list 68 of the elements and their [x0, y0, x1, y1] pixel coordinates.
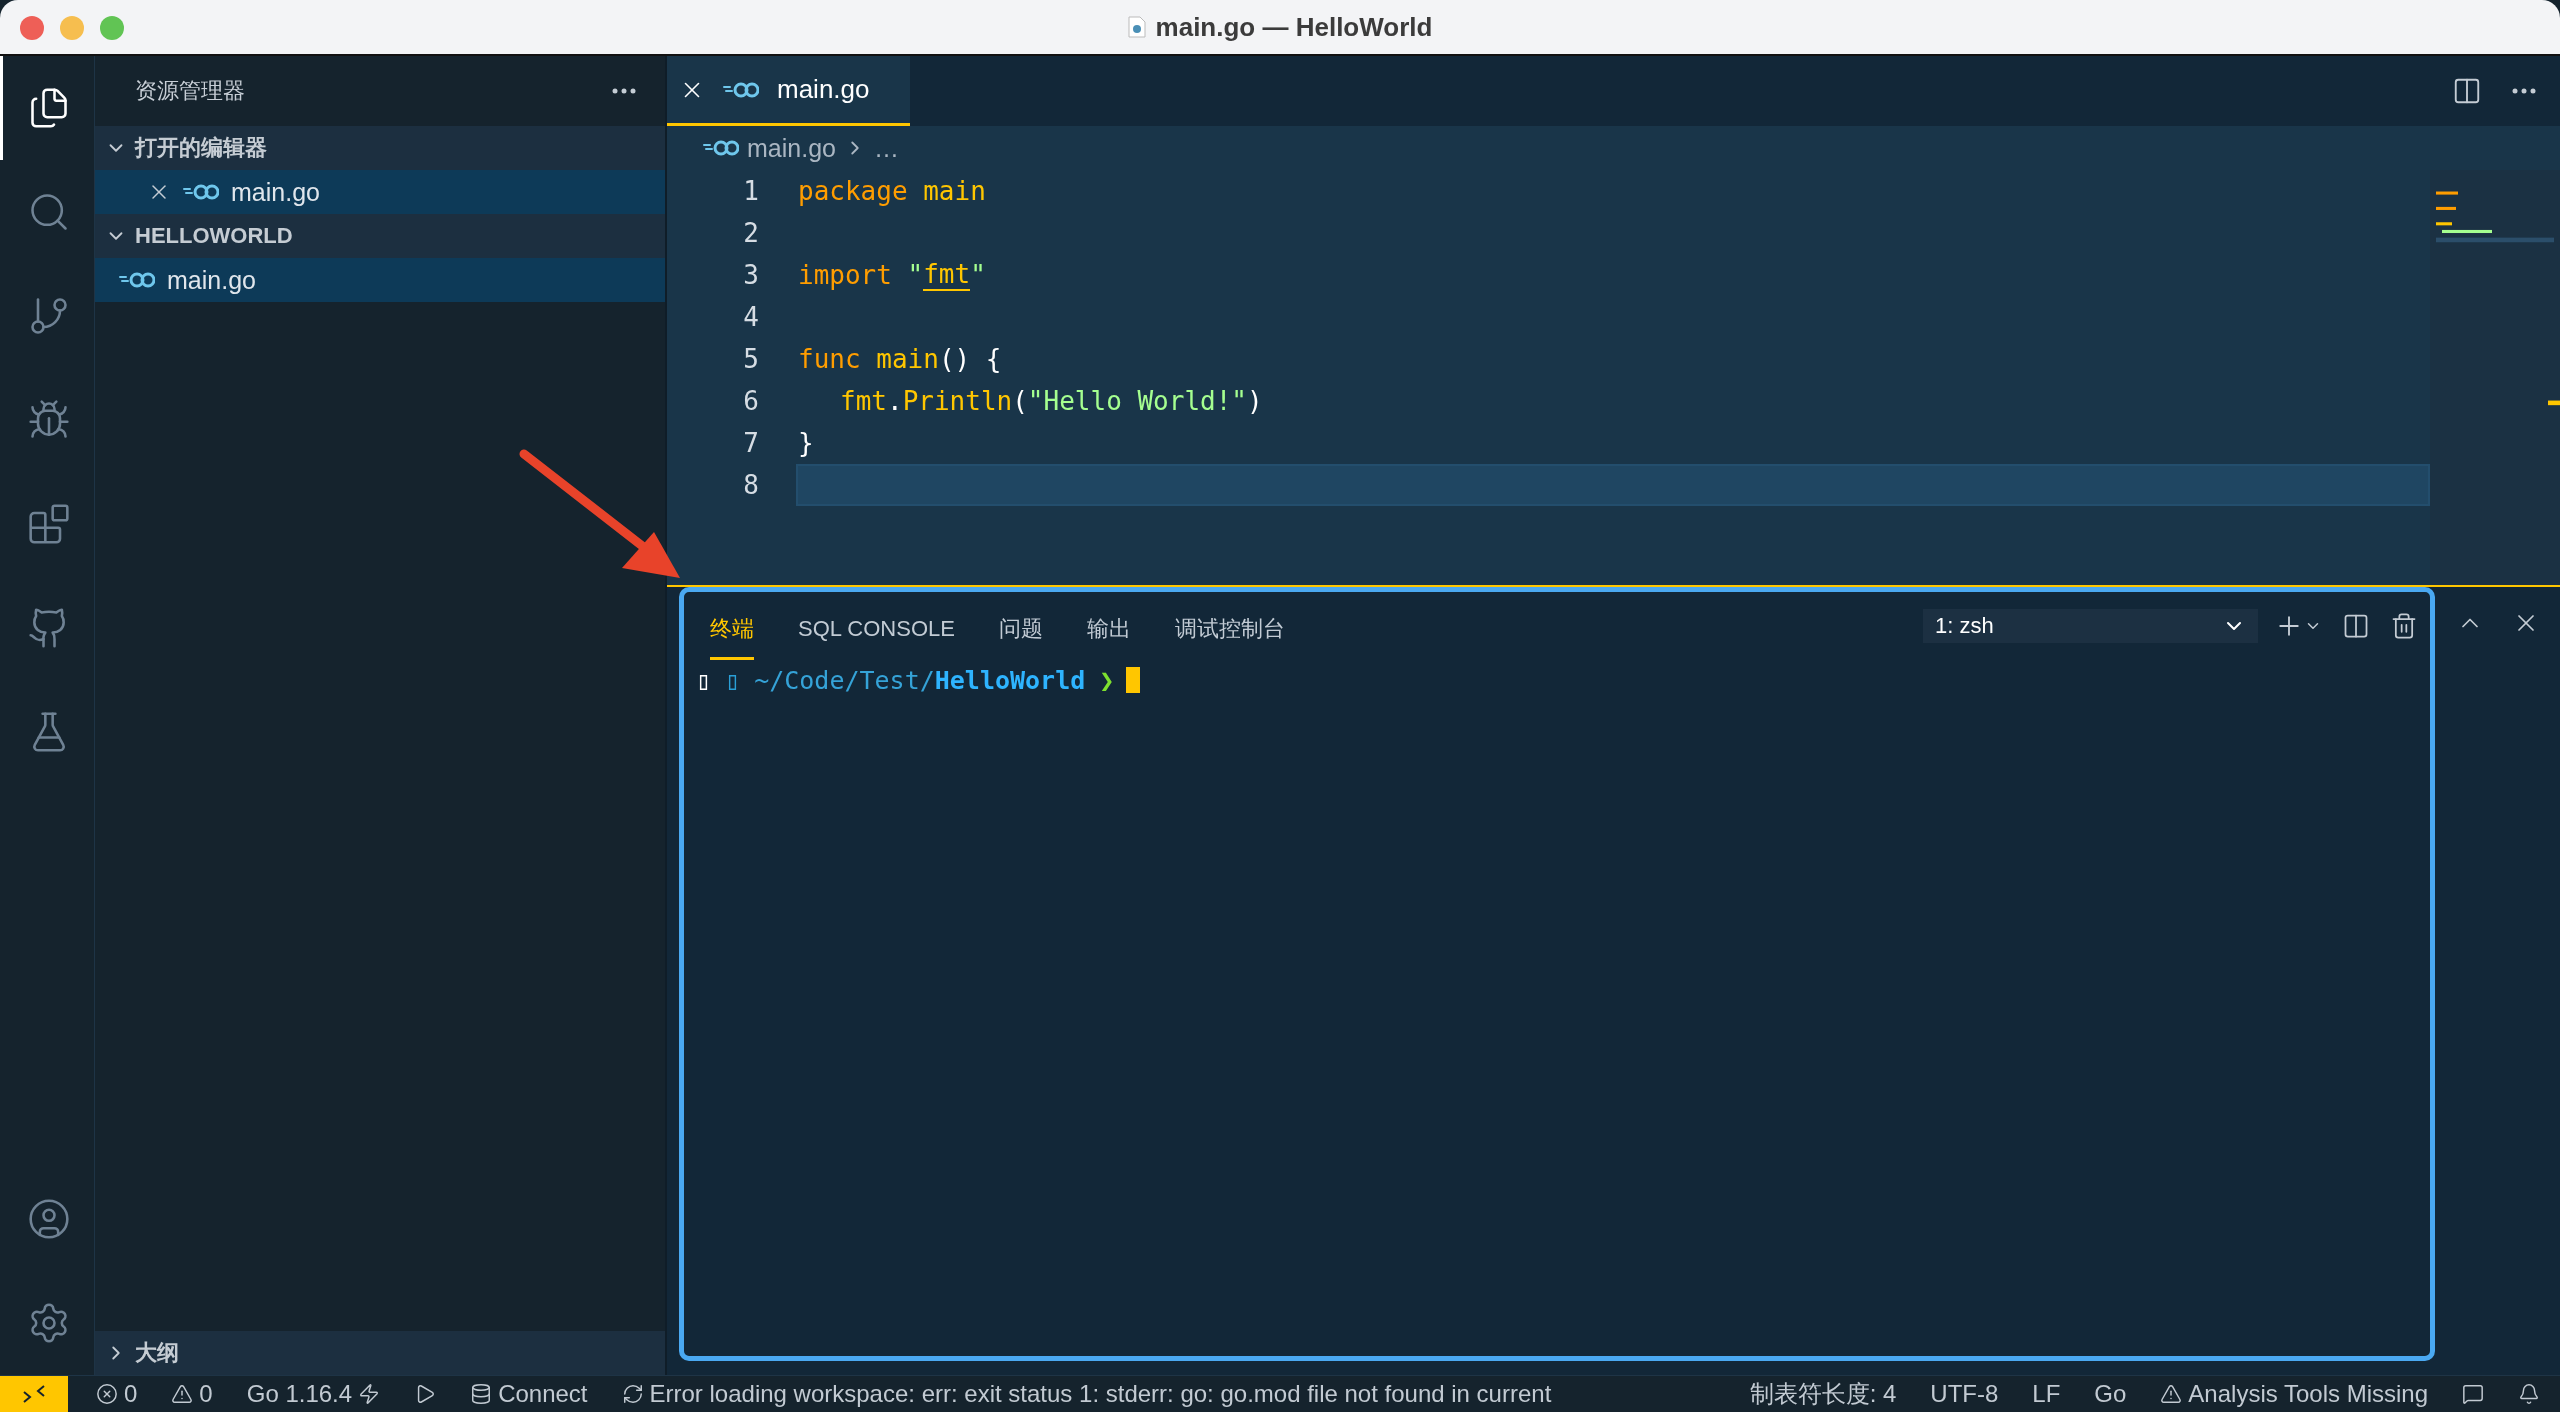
- status-item[interactable]: Connect: [464, 1376, 594, 1412]
- section-header[interactable]: HELLOWORLD: [95, 214, 665, 258]
- bell-icon: [2518, 1383, 2540, 1405]
- trash-icon: [2390, 612, 2418, 640]
- section-header[interactable]: 大纲: [95, 1331, 665, 1375]
- code-line: package main: [797, 175, 987, 208]
- terminal-cursor: [1126, 667, 1141, 693]
- section-header[interactable]: 打开的编辑器: [95, 126, 665, 170]
- split-icon: [2452, 76, 2482, 106]
- status-icon-button[interactable]: [0, 1376, 68, 1412]
- code-line: import "fmt": [797, 258, 987, 293]
- status-item[interactable]: Go: [2088, 1376, 2133, 1412]
- warning-icon: [2160, 1383, 2183, 1405]
- terminal-select[interactable]: 1: zsh: [1923, 609, 2258, 643]
- status-item[interactable]: 0: [90, 1376, 144, 1412]
- line-number: 2: [742, 218, 759, 248]
- status-item[interactable]: UTF-8: [1924, 1376, 2005, 1412]
- line-number: 5: [742, 344, 759, 374]
- remote-icon: [22, 1382, 46, 1406]
- feedback-icon: [2462, 1383, 2484, 1405]
- panel-tab[interactable]: 终端: [710, 592, 754, 660]
- sync-icon: [621, 1383, 644, 1405]
- extensions-icon: [27, 502, 71, 546]
- status-item[interactable]: Analysis Tools Missing: [2154, 1376, 2434, 1412]
- status-item[interactable]: Go 1.16.4: [240, 1376, 387, 1412]
- go-file-icon: [703, 140, 739, 156]
- breadcrumb-item[interactable]: …: [873, 133, 899, 163]
- file-icon: [1127, 16, 1146, 38]
- status-item[interactable]: 制表符长度: 4: [1743, 1376, 1903, 1412]
- terminal-text: ▯: [696, 665, 712, 695]
- more-icon: [612, 88, 636, 94]
- window-title: main.go — HelloWorld: [1155, 11, 1433, 43]
- terminal-text: ❯: [1099, 665, 1115, 695]
- panel-tab[interactable]: 调试控制台: [1174, 592, 1285, 660]
- line-number: 1: [742, 176, 759, 206]
- close-window-button[interactable]: [20, 16, 44, 40]
- go-file-icon: [119, 272, 155, 288]
- panel-tab[interactable]: SQL CONSOLE: [798, 592, 955, 660]
- status-item[interactable]: Error loading workspace: err: exit status 1: stderr: go: go.mod file not found in current: [615, 1376, 1558, 1412]
- status-item[interactable]: LF: [2026, 1376, 2067, 1412]
- status-item[interactable]: 0: [165, 1376, 219, 1412]
- code-line: func main() {: [797, 343, 1003, 376]
- go-file-icon: [183, 184, 219, 200]
- more-icon: [2512, 88, 2536, 94]
- database-icon: [470, 1383, 493, 1405]
- file-item[interactable]: main.go: [95, 258, 665, 302]
- terminal-text: ~/Code/Test/: [754, 665, 935, 695]
- code-line: }: [797, 427, 815, 460]
- line-number: 4: [742, 302, 759, 332]
- go-file-icon: [723, 81, 759, 98]
- bolt-icon: [358, 1383, 381, 1405]
- line-number: 7: [742, 428, 759, 458]
- line-number: 6: [742, 386, 759, 416]
- warning-icon: [171, 1383, 194, 1405]
- sidebar-title: 资源管理器: [135, 77, 245, 105]
- panel-tab[interactable]: 输出: [1086, 592, 1131, 660]
- panel-tab[interactable]: 问题: [998, 592, 1043, 660]
- file-item[interactable]: main.go: [95, 170, 665, 214]
- account-icon: [27, 1197, 71, 1241]
- editor-tab[interactable]: main.go: [667, 56, 910, 126]
- terminal-text: HelloWorld: [934, 665, 1086, 695]
- breadcrumb-item[interactable]: main.go: [747, 133, 836, 163]
- line-number: 8: [742, 470, 759, 500]
- error-icon: [96, 1383, 118, 1405]
- split-icon: [2342, 612, 2370, 640]
- terminal-text: ▯: [725, 665, 741, 695]
- line-number: 3: [742, 260, 759, 290]
- code-line: fmt.Println("Hello World!"): [839, 385, 1264, 418]
